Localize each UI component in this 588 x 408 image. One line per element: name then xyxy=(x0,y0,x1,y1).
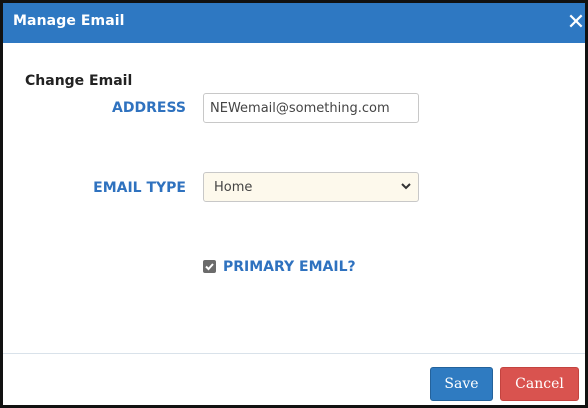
address-input[interactable] xyxy=(203,93,419,123)
email-type-label: EMAIL TYPE xyxy=(93,180,186,196)
checkmark-icon xyxy=(205,263,214,271)
section-heading: Change Email xyxy=(25,73,133,89)
address-label: ADDRESS xyxy=(112,100,186,116)
email-type-select[interactable]: Home xyxy=(203,172,419,202)
dialog-titlebar: Manage Email ✕ xyxy=(3,3,585,43)
dialog-title: Manage Email xyxy=(13,13,125,29)
save-button[interactable]: Save xyxy=(430,367,493,401)
primary-email-label[interactable]: PRIMARY EMAIL? xyxy=(223,259,356,275)
manage-email-dialog: Manage Email ✕ Change Email ADDRESS EMAI… xyxy=(0,0,588,408)
email-type-selected-value: Home xyxy=(214,180,253,195)
close-icon[interactable]: ✕ xyxy=(563,10,585,36)
chevron-down-icon xyxy=(401,183,411,190)
cancel-button[interactable]: Cancel xyxy=(500,367,579,401)
footer-divider xyxy=(3,353,585,354)
primary-email-checkbox[interactable] xyxy=(203,260,216,273)
